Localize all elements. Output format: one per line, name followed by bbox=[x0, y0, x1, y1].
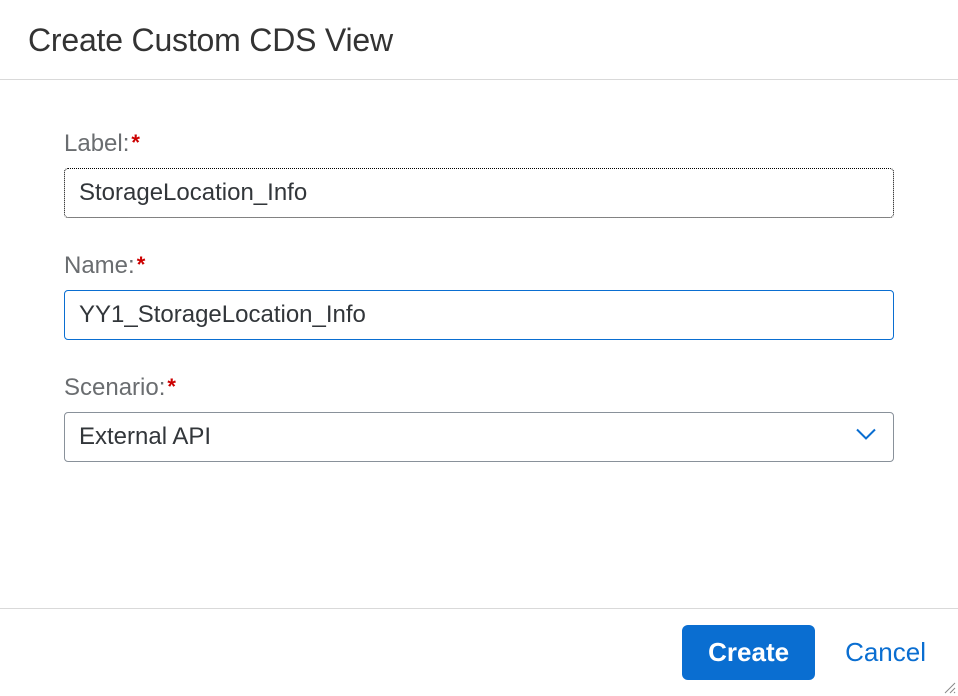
dialog-title: Create Custom CDS View bbox=[28, 22, 930, 59]
cancel-button[interactable]: Cancel bbox=[845, 637, 926, 668]
label-field-label: Label:* bbox=[64, 130, 140, 158]
chevron-down-icon bbox=[855, 428, 877, 447]
create-button[interactable]: Create bbox=[682, 625, 815, 680]
name-field-label: Name:* bbox=[64, 252, 145, 280]
scenario-select-value: External API bbox=[79, 423, 211, 451]
label-input[interactable] bbox=[64, 168, 894, 218]
resize-handle-icon[interactable] bbox=[942, 680, 956, 694]
scenario-select[interactable]: External API bbox=[64, 412, 894, 462]
create-cds-view-dialog: Create Custom CDS View Label:* Name:* Sc… bbox=[0, 0, 958, 696]
label-text: Label: bbox=[64, 130, 129, 157]
name-input-wrap bbox=[64, 290, 894, 340]
dialog-footer: Create Cancel bbox=[0, 608, 958, 696]
label-input-wrap bbox=[64, 168, 894, 218]
label-text: Name: bbox=[64, 252, 135, 279]
form-group-name: Name:* bbox=[64, 252, 894, 340]
required-indicator: * bbox=[137, 252, 146, 277]
dialog-header: Create Custom CDS View bbox=[0, 0, 958, 80]
form-group-label: Label:* bbox=[64, 130, 894, 218]
scenario-field-label: Scenario:* bbox=[64, 374, 176, 402]
label-text: Scenario: bbox=[64, 374, 165, 401]
required-indicator: * bbox=[167, 374, 176, 399]
name-input[interactable] bbox=[64, 290, 894, 340]
dialog-content: Label:* Name:* Scenario:* External API bbox=[0, 80, 958, 608]
required-indicator: * bbox=[131, 130, 140, 155]
form-group-scenario: Scenario:* External API bbox=[64, 374, 894, 462]
